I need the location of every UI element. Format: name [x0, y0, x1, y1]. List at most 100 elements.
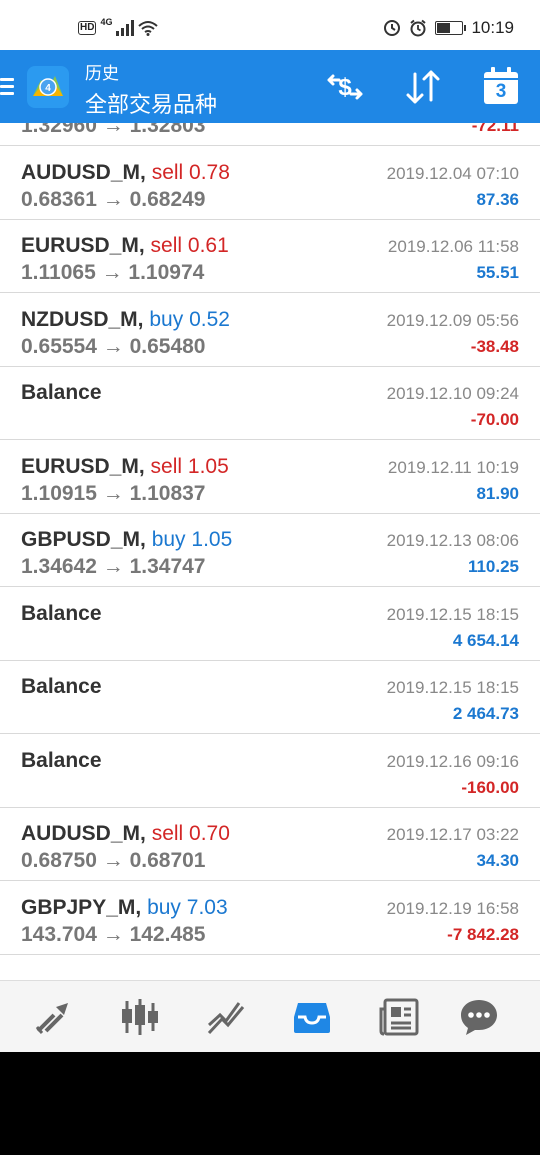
trade-volume: 7.03 [186, 895, 228, 919]
news-icon[interactable] [379, 997, 419, 1037]
profit-value: -70.00 [470, 410, 519, 429]
symbol-label: AUDUSD_M, [21, 822, 146, 845]
trade-row[interactable]: GBPUSD_M, buy 1.05 1.34642 → 1.34747 2019.… [0, 514, 540, 587]
clock: 10:19 [471, 18, 514, 37]
profit-value: -7 842.28 [447, 924, 519, 944]
trade-row[interactable]: AUDUSD_M, sell 0.78 0.68361 → 0.68249 2019… [0, 147, 540, 220]
line-chart-icon[interactable] [206, 997, 246, 1037]
timestamp: 2019.12.10 09:24 [386, 384, 519, 403]
trade-volume: 1.05 [191, 528, 233, 551]
row-title: Balance [21, 749, 102, 773]
trade-row[interactable]: NZDUSD_M, buy 0.52 0.65554 → 0.65480 2019.… [0, 294, 540, 367]
symbol-label: GBPUSD_M, [21, 528, 146, 551]
price-range: 0.68361 → 0.68249 [21, 187, 206, 211]
status-right: 10:19 [383, 18, 514, 38]
trade-volume: 0.78 [189, 160, 230, 184]
data-saver-icon [384, 20, 401, 36]
timestamp: 2019.12.19 16:58 [386, 898, 519, 918]
symbol-label: AUDUSD_M, [21, 160, 146, 184]
row-title: EURUSD_M, sell 0.61 [21, 234, 229, 258]
symbol-label: Balance [21, 748, 102, 772]
battery-icon [435, 21, 467, 35]
sort-icon[interactable] [403, 68, 443, 106]
trade-side: sell [150, 454, 183, 478]
network-type: 4G [100, 17, 113, 27]
history-list[interactable]: USDCAD_M, buy 0.611.32960 → 1.328032019.… [0, 123, 540, 980]
symbol-label: NZDUSD_M, [21, 307, 144, 331]
trade-side: buy [149, 307, 184, 331]
trade-row[interactable]: USDCAD_M, buy 0.611.32960 → 1.328032019.… [0, 123, 540, 146]
row-title: EURUSD_M, sell 1.05 [21, 455, 229, 479]
price-range: 0.68750 → 0.68701 [21, 849, 206, 872]
system-nav-area [0, 1052, 540, 1155]
row-title: NZDUSD_M, buy 0.52 [21, 308, 230, 332]
trade-row[interactable]: EURUSD_M, sell 0.61 1.11065 → 1.10974 2019… [0, 220, 540, 293]
price-range: 0.65554 → 0.65480 [21, 334, 206, 358]
price-range: 1.34642 → 1.34747 [21, 555, 206, 578]
row-title: Balance [21, 675, 102, 699]
symbol-label: Balance [21, 675, 102, 698]
currency-exchange-icon[interactable]: $ [325, 68, 365, 106]
trade-side: sell [151, 822, 184, 845]
history-inbox-icon[interactable] [292, 997, 332, 1037]
trade-side: buy [151, 528, 186, 551]
balance-row[interactable]: Balance 2019.12.10 09:24 -70.00 [0, 367, 540, 440]
status-left: HD 4G [78, 17, 159, 36]
symbol-label: Balance [21, 601, 102, 625]
timestamp: 2019.12.17 03:22 [386, 825, 519, 844]
trade-side: sell [150, 234, 183, 257]
candlestick-icon[interactable] [120, 997, 160, 1037]
price-range: 1.10915 → 1.10837 [21, 481, 206, 505]
price-range: 1.11065 → 1.10974 [21, 261, 205, 284]
row-title: GBPJPY_M, buy 7.03 [21, 896, 228, 920]
trade-row[interactable]: GBPJPY_M, buy 7.03 143.704 → 142.485 2019.… [0, 882, 540, 955]
battery-level [437, 23, 451, 33]
wifi-icon [138, 21, 159, 36]
metatrader-logo-icon[interactable]: 4 [27, 66, 69, 108]
signal-icon [116, 20, 135, 36]
hd-badge: HD [78, 21, 97, 35]
row-title: GBPUSD_M, buy 1.05 [21, 528, 232, 552]
menu-icon[interactable] [0, 78, 14, 96]
balance-row[interactable]: Balance 2019.12.15 18:15 2 464.73 [0, 661, 540, 734]
profit-value: -38.48 [470, 336, 519, 356]
profit-value: 110.25 [467, 557, 519, 576]
row-title: Balance [21, 381, 102, 405]
symbol-label: Balance [21, 381, 102, 404]
trade-volume: 0.61 [187, 234, 229, 257]
timestamp: 2019.12.15 18:15 [386, 604, 519, 624]
trade-side: buy [147, 895, 181, 919]
chat-icon[interactable] [459, 997, 499, 1037]
profit-value: -72.11 [471, 123, 519, 135]
price-range: 143.704 → 142.485 [21, 922, 206, 946]
price-range: 1.32960 → 1.32803 [21, 123, 206, 137]
symbol-label: GBPJPY_M, [21, 895, 142, 919]
status-bar: HD 4G 10:19 [0, 0, 540, 50]
timestamp: 2019.12.15 18:15 [386, 678, 519, 697]
trade-arrows-icon[interactable] [34, 997, 74, 1037]
timestamp: 2019.12.13 08:06 [386, 531, 519, 550]
trade-volume: 0.52 [189, 307, 230, 331]
svg-text:$: $ [338, 74, 352, 101]
timestamp: 2019.12.16 09:16 [386, 751, 519, 771]
trade-row[interactable]: EURUSD_M, sell 1.05 1.10915 → 1.10837 2019… [0, 441, 540, 514]
profit-value: 55.51 [476, 263, 519, 282]
svg-text:4: 4 [45, 83, 51, 94]
trade-side: sell [151, 160, 184, 184]
symbol-filter[interactable]: 全部交易品种 [85, 87, 217, 119]
calendar-day: 3 [495, 81, 507, 102]
symbol-label: EURUSD_M, [21, 234, 145, 257]
balance-row[interactable]: Balance 2019.12.15 18:15 4 654.14 [0, 588, 540, 661]
app-bar: 4 历史 全部交易品种 $ 3 [0, 50, 540, 123]
trade-row[interactable]: AUDUSD_M, sell 0.70 0.68750 → 0.68701 2019… [0, 808, 540, 881]
profit-value: 81.90 [476, 483, 519, 503]
alarm-icon [410, 19, 427, 37]
balance-row[interactable]: Balance 2019.12.16 09:16 -160.00 [0, 735, 540, 808]
timestamp: 2019.12.06 11:58 [387, 237, 519, 256]
trade-volume: 0.70 [189, 822, 230, 845]
timestamp: 2019.12.04 07:10 [386, 163, 519, 183]
bottom-nav [0, 980, 540, 1052]
page-title: 历史 [85, 64, 119, 83]
row-title: AUDUSD_M, sell 0.78 [21, 161, 230, 185]
profit-value: 87.36 [476, 189, 519, 209]
